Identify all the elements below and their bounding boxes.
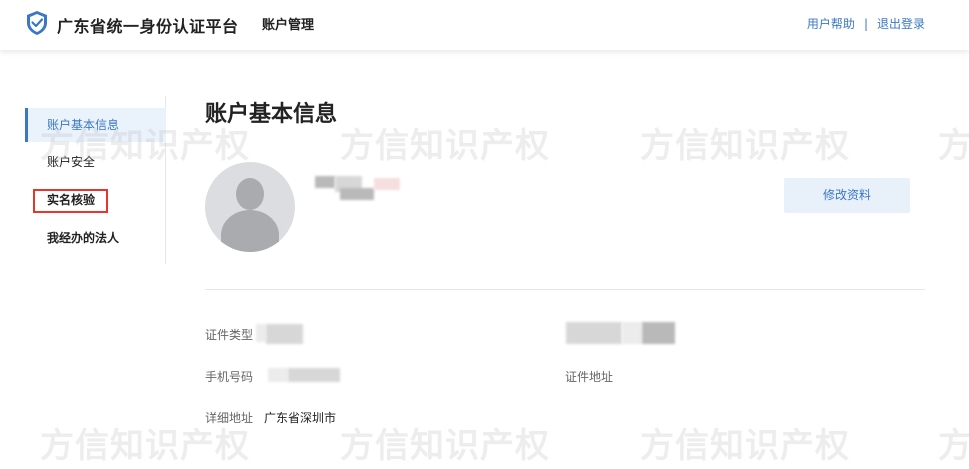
avatar-head-shape — [236, 178, 264, 210]
annotation-highlight-box — [33, 189, 108, 213]
link-separator: | — [863, 16, 868, 31]
detail-address-label: 详细地址 — [205, 411, 254, 425]
sidebar-item-account-security[interactable]: 账户安全 — [25, 145, 166, 179]
edit-profile-button[interactable]: 修改资料 — [784, 178, 910, 213]
masked-id-type — [256, 324, 266, 342]
top-header: 广东省统一身份认证平台 账户管理 用户帮助 | 退出登录 — [0, 0, 969, 50]
avatar-body-shape — [221, 210, 279, 252]
masked-id-number — [622, 322, 642, 344]
id-type-label: 证件类型 — [205, 328, 254, 342]
shield-check-icon — [27, 11, 47, 35]
platform-title: 广东省统一身份认证平台 — [57, 17, 239, 36]
id-address-label: 证件地址 — [565, 370, 614, 384]
sidebar-item-basic-info[interactable]: 账户基本信息 — [25, 108, 166, 142]
user-help-link[interactable]: 用户帮助 — [807, 15, 855, 32]
masked-id-type — [266, 324, 303, 344]
sidebar-menu: 账户基本信息 账户安全 实名核验 我经办的法人 — [25, 96, 166, 264]
phone-label: 手机号码 — [205, 370, 254, 384]
sidebar-item-my-legal-entities[interactable]: 我经办的法人 — [25, 221, 166, 255]
masked-username — [315, 176, 335, 188]
masked-phone — [268, 368, 288, 382]
masked-id-number — [642, 322, 675, 344]
masked-phone — [288, 368, 340, 382]
masked-id-number — [566, 322, 622, 344]
logout-link[interactable]: 退出登录 — [877, 15, 925, 32]
section-divider — [205, 289, 925, 290]
masked-username-part — [340, 188, 374, 200]
page-title: 账户基本信息 — [205, 102, 338, 127]
account-management-nav[interactable]: 账户管理 — [262, 14, 314, 33]
masked-username-part — [374, 178, 400, 190]
detail-address-value: 广东省深圳市 — [264, 411, 337, 425]
avatar — [205, 162, 295, 252]
header-links: 用户帮助 | 退出登录 — [807, 15, 925, 32]
